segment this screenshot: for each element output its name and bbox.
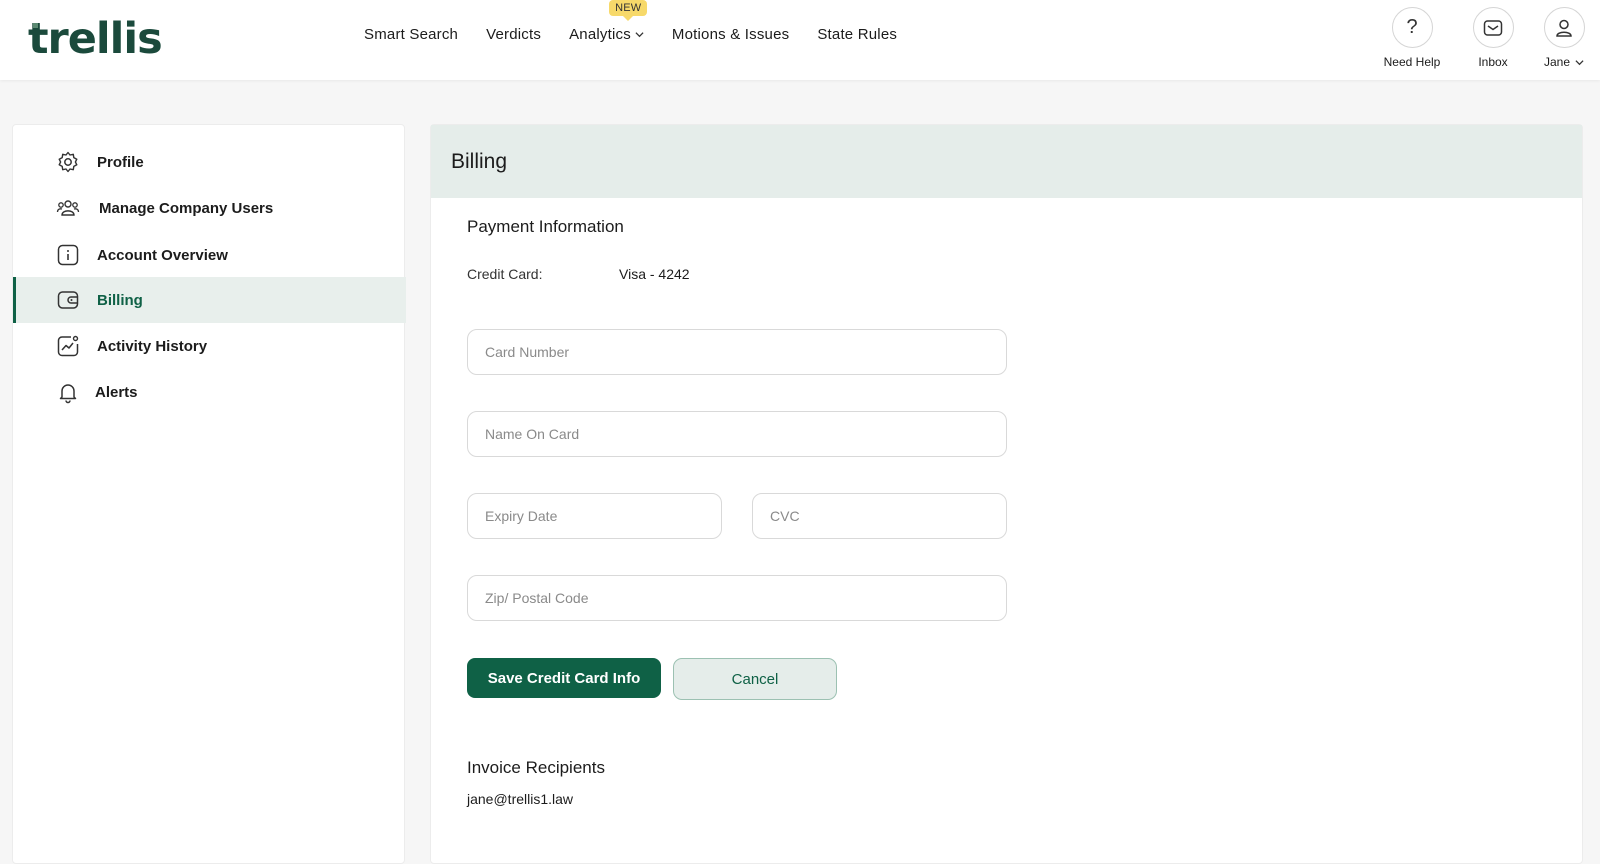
cvc-input[interactable] [752,493,1007,539]
inbox-button[interactable]: Inbox [1458,7,1528,69]
nav-verdicts[interactable]: Verdicts [486,26,541,43]
cancel-button[interactable]: Cancel [673,658,837,700]
avatar [1543,7,1585,48]
help-icon: ? [1391,7,1433,48]
sidebar-item-alerts[interactable]: Alerts [13,369,406,415]
info-icon [57,244,79,266]
user-icon [1556,19,1572,37]
inbox-circle [1472,7,1514,48]
sidebar-item-manage-company-users[interactable]: Manage Company Users [13,185,406,231]
need-help-label: Need Help [1383,55,1441,69]
user-menu-button[interactable]: Jane [1529,7,1599,69]
trellis-logo[interactable]: trellis [28,14,163,64]
chevron-down-icon [1575,59,1584,65]
sidebar-item-profile[interactable]: Profile [13,139,406,185]
sidebar-item-label: Profile [97,153,144,171]
page-title: Billing [431,125,1582,198]
new-badge: NEW [609,0,648,21]
nav-label: Analytics [569,26,631,43]
sidebar-item-label: Alerts [95,383,138,401]
nav-label: State Rules [817,26,898,43]
nav-analytics[interactable]: NEW Analytics [569,0,648,43]
credit-card-value: Visa - 4242 [619,266,690,282]
nav-smart-search[interactable]: Smart Search [364,26,458,43]
expiry-date-input[interactable] [467,493,722,539]
sidebar-item-label: Account Overview [97,246,228,264]
nav-label: Motions & Issues [671,26,790,43]
sidebar-item-billing[interactable]: Billing [13,277,406,323]
gear-icon [58,151,78,173]
nav-label: Smart Search [364,26,459,43]
logo-accent [33,23,38,28]
card-number-input[interactable] [467,329,1007,375]
top-header: trellis Smart Search Verdicts NEW Analyt… [0,0,1600,80]
wallet-icon [57,291,79,309]
inbox-label: Inbox [1478,55,1508,69]
payment-information-heading: Payment Information [467,217,624,236]
sidebar-item-label: Manage Company Users [99,199,274,217]
settings-sidebar: Profile Manage Company Users Account Ove… [12,124,406,864]
mail-icon [1483,19,1503,36]
sidebar-item-account-overview[interactable]: Account Overview [13,232,406,278]
logo-text: trellis [28,14,163,64]
invoice-recipients-heading: Invoice Recipients [467,758,605,777]
main-nav: Smart Search Verdicts NEW Analytics Moti… [364,0,925,43]
users-icon [56,200,80,216]
name-on-card-input[interactable] [467,411,1007,457]
billing-panel: Billing Payment Information Credit Card:… [430,124,1583,864]
user-label: Jane [1544,55,1584,69]
nav-state-rules[interactable]: State Rules [817,26,897,43]
activity-chart-icon [57,335,79,357]
invoice-recipient-email: jane@trellis1.law [467,791,574,807]
nav-label: Verdicts [486,26,542,43]
save-credit-card-button[interactable]: Save Credit Card Info [467,658,661,698]
sidebar-item-label: Activity History [97,337,208,355]
sidebar-item-label: Billing [97,291,143,309]
nav-motions-issues[interactable]: Motions & Issues [672,26,789,43]
chevron-down-icon [635,32,644,38]
zip-postal-code-input[interactable] [467,575,1007,621]
sidebar-item-activity-history[interactable]: Activity History [13,323,406,369]
need-help-button[interactable]: ? Need Help [1377,7,1447,69]
user-name: Jane [1543,55,1571,69]
bell-icon [59,384,77,404]
credit-card-label: Credit Card: [467,266,543,282]
help-glyph: ? [1406,16,1418,38]
